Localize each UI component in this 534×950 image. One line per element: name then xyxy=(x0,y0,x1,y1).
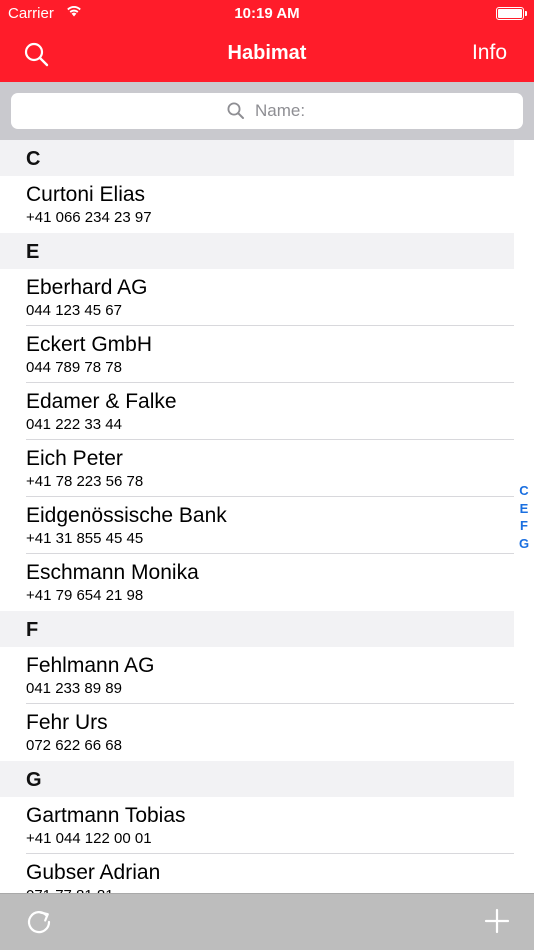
contact-phone: +41 31 855 45 45 xyxy=(26,530,144,547)
section-header-c: C xyxy=(0,140,514,176)
contact-phone: +41 79 654 21 98 xyxy=(26,587,144,604)
bottom-toolbar xyxy=(0,893,534,950)
contact-row[interactable]: Eckert GmbH 044 789 78 78 xyxy=(0,326,514,383)
search-field-icon xyxy=(226,101,246,126)
contact-phone: 041 222 33 44 xyxy=(26,416,122,433)
contact-row[interactable]: Eidgenössische Bank +41 31 855 45 45 xyxy=(0,497,514,554)
contact-phone: 044 789 78 78 xyxy=(26,359,122,376)
page-title: Habimat xyxy=(227,42,307,64)
section-header-g: G xyxy=(0,761,514,797)
contact-row[interactable]: Fehlmann AG 041 233 89 89 xyxy=(0,647,514,704)
contact-name: Fehr Urs xyxy=(26,711,108,734)
index-letter-c[interactable]: C xyxy=(514,482,534,500)
section-index[interactable]: CEFG xyxy=(514,482,534,552)
refresh-icon[interactable] xyxy=(24,907,54,937)
battery-icon xyxy=(496,7,527,20)
index-letter-g[interactable]: G xyxy=(514,535,534,553)
info-button[interactable]: Info xyxy=(472,41,507,65)
contact-row[interactable]: Edamer & Falke 041 222 33 44 xyxy=(0,383,514,440)
contact-row[interactable]: Gubser Adrian071 77 81 81 xyxy=(0,854,514,893)
contact-name: Eckert GmbH xyxy=(26,333,153,356)
contact-name: Eschmann Monika xyxy=(26,561,199,584)
contact-name: Eidgenössische Bank xyxy=(26,504,227,527)
contact-phone: +41 066 234 23 97 xyxy=(26,209,152,226)
contact-name: Eich Peter xyxy=(26,447,123,470)
contact-phone: 041 233 89 89 xyxy=(26,680,122,697)
plus-icon[interactable] xyxy=(484,908,510,934)
contact-row[interactable]: Gartmann Tobias +41 044 122 00 01 xyxy=(0,797,514,854)
index-letter-e[interactable]: E xyxy=(514,500,534,518)
contact-row[interactable]: Curtoni Elias +41 066 234 23 97 xyxy=(0,176,514,233)
contact-phone: +41 044 122 00 01 xyxy=(26,830,152,847)
contact-name: Curtoni Elias xyxy=(26,183,146,206)
contact-name: Gartmann Tobias xyxy=(26,804,186,827)
contact-list[interactable]: C Curtoni Elias +41 066 234 23 97 E Eberhard… xyxy=(0,140,514,893)
search-bar xyxy=(0,82,534,140)
index-letter-f[interactable]: F xyxy=(514,517,534,535)
section-header-f: F xyxy=(0,611,514,647)
contact-phone: +41 78 223 56 78 xyxy=(26,473,144,490)
search-input[interactable] xyxy=(255,93,505,129)
status-time: 10:19 AM xyxy=(234,5,300,22)
section-header-e: E xyxy=(0,233,514,269)
contact-name: Eberhard AG xyxy=(26,276,148,299)
contact-row[interactable]: Eich Peter +41 78 223 56 78 xyxy=(0,440,514,497)
search-field[interactable] xyxy=(11,93,523,129)
contact-row[interactable]: Fehr Urs 072 622 66 68 xyxy=(0,704,514,761)
contact-phone: 044 123 45 67 xyxy=(26,302,122,319)
contact-name: Edamer & Falke xyxy=(26,390,177,413)
contact-name: Gubser Adrian xyxy=(26,861,161,884)
contact-phone: 072 622 66 68 xyxy=(26,737,122,754)
navigation-bar: Habimat Info xyxy=(0,28,534,82)
contact-row[interactable]: Eschmann Monika +41 79 654 21 98 xyxy=(0,554,514,611)
status-bar: Carrier 10:19 AM xyxy=(0,0,534,28)
contact-row[interactable]: Eberhard AG 044 123 45 67 xyxy=(0,269,514,326)
contact-name: Fehlmann AG xyxy=(26,654,155,677)
